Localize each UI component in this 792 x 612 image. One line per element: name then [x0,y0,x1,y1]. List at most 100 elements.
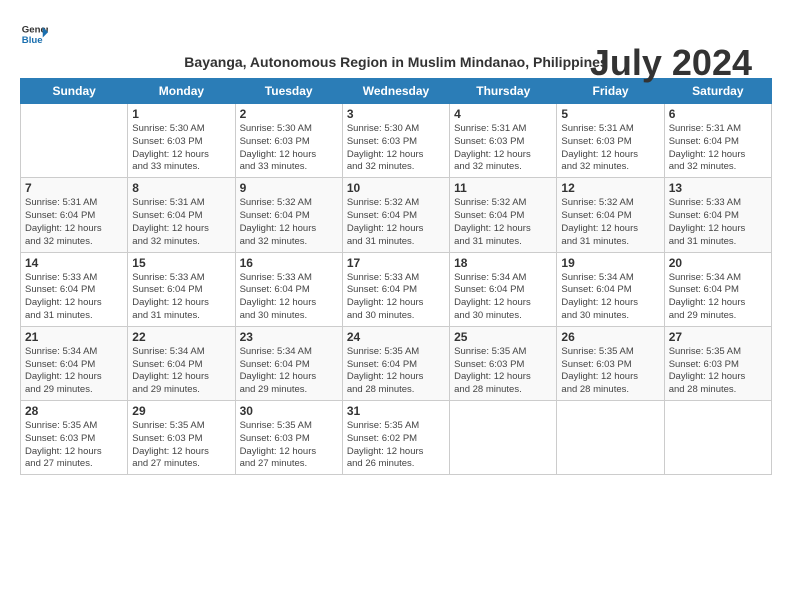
day-number: 15 [132,256,230,270]
day-number: 8 [132,181,230,195]
day-info: Sunrise: 5:35 AM Sunset: 6:03 PM Dayligh… [240,420,338,471]
day-info: Sunrise: 5:33 AM Sunset: 6:04 PM Dayligh… [240,272,338,323]
calendar-cell [664,401,771,475]
calendar-cell: 11 Sunrise: 5:32 AM Sunset: 6:04 PM Dayli… [450,178,557,252]
calendar-cell: 6Sunrise: 5:31 AM Sunset: 6:04 PM Daylig… [664,104,771,178]
day-info: Sunrise: 5:34 AM Sunset: 6:04 PM Dayligh… [669,272,767,323]
day-info: Sunrise: 5:31 AM Sunset: 6:04 PM Dayligh… [25,197,123,248]
day-number: 19 [561,256,659,270]
calendar-cell: 10Sunrise: 5:32 AM Sunset: 6:04 PM Dayli… [342,178,449,252]
day-info: Sunrise: 5:31 AM Sunset: 6:03 PM Dayligh… [454,123,552,174]
svg-text:Blue: Blue [22,35,43,46]
title-section: July 2024 [590,42,752,84]
day-number: 22 [132,330,230,344]
calendar-cell [21,104,128,178]
day-info: Sunrise: 5:35 AM Sunset: 6:03 PM Dayligh… [454,346,552,397]
page-title: July 2024 [590,42,752,83]
day-info: Sunrise: 5:33 AM Sunset: 6:04 PM Dayligh… [669,197,767,248]
day-info: Sunrise: 5:35 AM Sunset: 6:02 PM Dayligh… [347,420,445,471]
calendar-cell: 22 Sunrise: 5:34 AM Sunset: 6:04 PM Dayli… [128,326,235,400]
day-info: Sunrise: 5:30 AM Sunset: 6:03 PM Dayligh… [240,123,338,174]
day-info: Sunrise: 5:32 AM Sunset: 6:04 PM Dayligh… [347,197,445,248]
calendar-cell: 28 Sunrise: 5:35 AM Sunset: 6:03 PM Dayli… [21,401,128,475]
day-number: 5 [561,107,659,121]
day-info: Sunrise: 5:35 AM Sunset: 6:03 PM Dayligh… [132,420,230,471]
calendar-cell: 2 Sunrise: 5:30 AM Sunset: 6:03 PM Daylig… [235,104,342,178]
calendar-week-row: 28 Sunrise: 5:35 AM Sunset: 6:03 PM Dayli… [21,401,772,475]
calendar-cell: 23Sunrise: 5:34 AM Sunset: 6:04 PM Dayli… [235,326,342,400]
calendar-cell [450,401,557,475]
calendar-header-thursday: Thursday [450,79,557,104]
day-info: Sunrise: 5:35 AM Sunset: 6:03 PM Dayligh… [669,346,767,397]
day-info: Sunrise: 5:30 AM Sunset: 6:03 PM Dayligh… [347,123,445,174]
calendar-week-row: 1Sunrise: 5:30 AM Sunset: 6:03 PM Daylig… [21,104,772,178]
calendar-cell: 1Sunrise: 5:30 AM Sunset: 6:03 PM Daylig… [128,104,235,178]
day-number: 11 [454,181,552,195]
calendar-cell: 8 Sunrise: 5:31 AM Sunset: 6:04 PM Daylig… [128,178,235,252]
day-number: 18 [454,256,552,270]
calendar-cell: 5 Sunrise: 5:31 AM Sunset: 6:03 PM Daylig… [557,104,664,178]
day-number: 28 [25,404,123,418]
day-number: 30 [240,404,338,418]
calendar-header-sunday: Sunday [21,79,128,104]
calendar-cell: 30 Sunrise: 5:35 AM Sunset: 6:03 PM Dayli… [235,401,342,475]
day-info: Sunrise: 5:35 AM Sunset: 6:03 PM Dayligh… [25,420,123,471]
day-info: Sunrise: 5:34 AM Sunset: 6:04 PM Dayligh… [132,346,230,397]
calendar-cell: 12 Sunrise: 5:32 AM Sunset: 6:04 PM Dayli… [557,178,664,252]
top-area: General Blue July 2024 [20,20,772,48]
day-number: 27 [669,330,767,344]
day-info: Sunrise: 5:31 AM Sunset: 6:03 PM Dayligh… [561,123,659,174]
day-number: 20 [669,256,767,270]
day-number: 23 [240,330,338,344]
day-number: 29 [132,404,230,418]
calendar-cell: 16 Sunrise: 5:33 AM Sunset: 6:04 PM Dayli… [235,252,342,326]
day-info: Sunrise: 5:32 AM Sunset: 6:04 PM Dayligh… [454,197,552,248]
day-number: 24 [347,330,445,344]
day-info: Sunrise: 5:32 AM Sunset: 6:04 PM Dayligh… [561,197,659,248]
calendar-cell: 20 Sunrise: 5:34 AM Sunset: 6:04 PM Dayli… [664,252,771,326]
calendar-cell: 21 Sunrise: 5:34 AM Sunset: 6:04 PM Dayli… [21,326,128,400]
day-number: 7 [25,181,123,195]
calendar-cell: 27 Sunrise: 5:35 AM Sunset: 6:03 PM Dayli… [664,326,771,400]
day-number: 16 [240,256,338,270]
calendar-cell: 14 Sunrise: 5:33 AM Sunset: 6:04 PM Dayli… [21,252,128,326]
calendar-cell: 4 Sunrise: 5:31 AM Sunset: 6:03 PM Daylig… [450,104,557,178]
day-info: Sunrise: 5:34 AM Sunset: 6:04 PM Dayligh… [561,272,659,323]
day-info: Sunrise: 5:31 AM Sunset: 6:04 PM Dayligh… [132,197,230,248]
day-info: Sunrise: 5:34 AM Sunset: 6:04 PM Dayligh… [454,272,552,323]
day-info: Sunrise: 5:30 AM Sunset: 6:03 PM Dayligh… [132,123,230,174]
calendar-cell: 18 Sunrise: 5:34 AM Sunset: 6:04 PM Dayli… [450,252,557,326]
calendar-cell: 19 Sunrise: 5:34 AM Sunset: 6:04 PM Dayli… [557,252,664,326]
day-number: 9 [240,181,338,195]
calendar-cell: 3 Sunrise: 5:30 AM Sunset: 6:03 PM Daylig… [342,104,449,178]
calendar-cell: 26Sunrise: 5:35 AM Sunset: 6:03 PM Dayli… [557,326,664,400]
day-number: 17 [347,256,445,270]
calendar-week-row: 21 Sunrise: 5:34 AM Sunset: 6:04 PM Dayli… [21,326,772,400]
calendar-header-wednesday: Wednesday [342,79,449,104]
calendar-week-row: 14 Sunrise: 5:33 AM Sunset: 6:04 PM Dayli… [21,252,772,326]
day-info: Sunrise: 5:32 AM Sunset: 6:04 PM Dayligh… [240,197,338,248]
calendar-cell: 13 Sunrise: 5:33 AM Sunset: 6:04 PM Dayli… [664,178,771,252]
calendar-cell [557,401,664,475]
day-number: 3 [347,107,445,121]
logo-icon: General Blue [20,20,48,48]
day-info: Sunrise: 5:34 AM Sunset: 6:04 PM Dayligh… [25,346,123,397]
day-info: Sunrise: 5:35 AM Sunset: 6:03 PM Dayligh… [561,346,659,397]
calendar-cell: 31 Sunrise: 5:35 AM Sunset: 6:02 PM Dayli… [342,401,449,475]
day-number: 4 [454,107,552,121]
day-info: Sunrise: 5:33 AM Sunset: 6:04 PM Dayligh… [132,272,230,323]
day-info: Sunrise: 5:33 AM Sunset: 6:04 PM Dayligh… [25,272,123,323]
day-number: 12 [561,181,659,195]
day-info: Sunrise: 5:31 AM Sunset: 6:04 PM Dayligh… [669,123,767,174]
day-number: 31 [347,404,445,418]
calendar-cell: 25 Sunrise: 5:35 AM Sunset: 6:03 PM Dayli… [450,326,557,400]
day-number: 13 [669,181,767,195]
day-number: 21 [25,330,123,344]
calendar-cell: 15 Sunrise: 5:33 AM Sunset: 6:04 PM Dayli… [128,252,235,326]
day-number: 14 [25,256,123,270]
day-info: Sunrise: 5:35 AM Sunset: 6:04 PM Dayligh… [347,346,445,397]
calendar-week-row: 7 Sunrise: 5:31 AM Sunset: 6:04 PM Daylig… [21,178,772,252]
day-number: 25 [454,330,552,344]
day-number: 2 [240,107,338,121]
calendar-cell: 9 Sunrise: 5:32 AM Sunset: 6:04 PM Daylig… [235,178,342,252]
